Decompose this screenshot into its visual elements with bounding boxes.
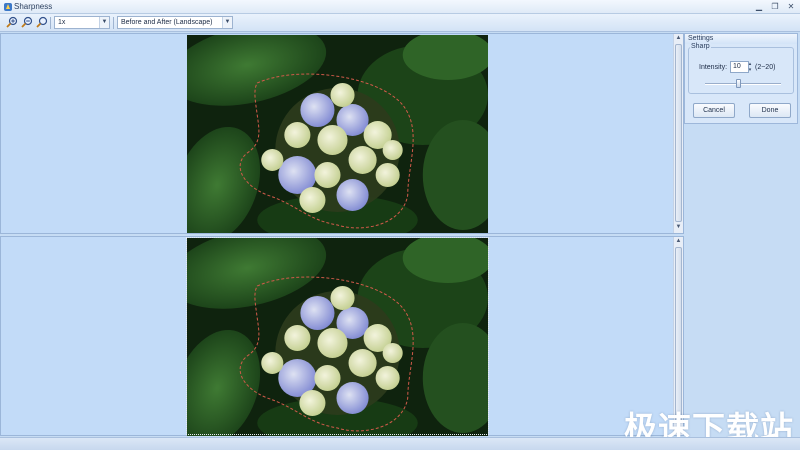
before-image[interactable] bbox=[187, 35, 488, 233]
zoom-select-value: 1x bbox=[58, 19, 66, 26]
app-icon bbox=[4, 3, 12, 11]
minimize-icon[interactable]: ▁ bbox=[752, 1, 766, 12]
status-bar bbox=[0, 437, 800, 450]
window-title: Sharpness bbox=[14, 2, 53, 11]
cancel-button[interactable]: Cancel bbox=[693, 103, 735, 118]
intensity-range: (2~20) bbox=[755, 64, 776, 71]
after-scroll-thumb[interactable] bbox=[675, 247, 682, 423]
intensity-value: 10 bbox=[733, 63, 741, 70]
zoom-fit-icon[interactable] bbox=[36, 16, 48, 28]
intensity-spinner[interactable]: ▴ ▾ bbox=[747, 61, 753, 73]
chevron-down-icon[interactable]: ▼ bbox=[222, 17, 232, 28]
toolbar-separator bbox=[113, 17, 114, 29]
restore-icon[interactable]: ❐ bbox=[768, 1, 782, 12]
done-button[interactable]: Done bbox=[749, 103, 791, 118]
close-icon[interactable]: ✕ bbox=[784, 1, 798, 12]
before-scroll-thumb[interactable] bbox=[675, 44, 682, 222]
scroll-up-icon[interactable]: ▲ bbox=[674, 238, 683, 244]
intensity-label: Intensity: bbox=[699, 64, 728, 71]
title-bar: Sharpness ▁ ❐ ✕ bbox=[0, 0, 800, 14]
sharp-group-label: Sharp bbox=[690, 43, 711, 50]
zoom-in-icon[interactable] bbox=[6, 16, 18, 28]
intensity-slider-thumb[interactable] bbox=[735, 79, 741, 88]
before-vertical-scrollbar[interactable]: ▲ ▼ bbox=[673, 34, 683, 233]
scroll-up-icon[interactable]: ▲ bbox=[674, 35, 683, 41]
view-mode-select-value: Before and After (Landscape) bbox=[121, 19, 213, 26]
after-image-frame bbox=[186, 237, 489, 435]
zoom-select[interactable]: 1x ▼ bbox=[54, 16, 110, 29]
chevron-down-icon[interactable]: ▼ bbox=[99, 17, 109, 28]
before-pane: ▲ ▼ bbox=[0, 33, 684, 234]
scroll-down-icon[interactable]: ▼ bbox=[674, 224, 683, 230]
view-mode-select[interactable]: Before and After (Landscape) ▼ bbox=[117, 16, 233, 29]
toolbar-separator bbox=[50, 17, 51, 29]
toolbar: 1x ▼ Before and After (Landscape) ▼ bbox=[0, 14, 800, 32]
zoom-out-icon[interactable] bbox=[21, 16, 33, 28]
intensity-slider-track[interactable] bbox=[705, 83, 781, 85]
after-pane: ▲ ▼ bbox=[0, 236, 684, 436]
settings-panel: Settings Sharp Intensity: 10 ▴ ▾ (2~20) C… bbox=[684, 33, 798, 124]
